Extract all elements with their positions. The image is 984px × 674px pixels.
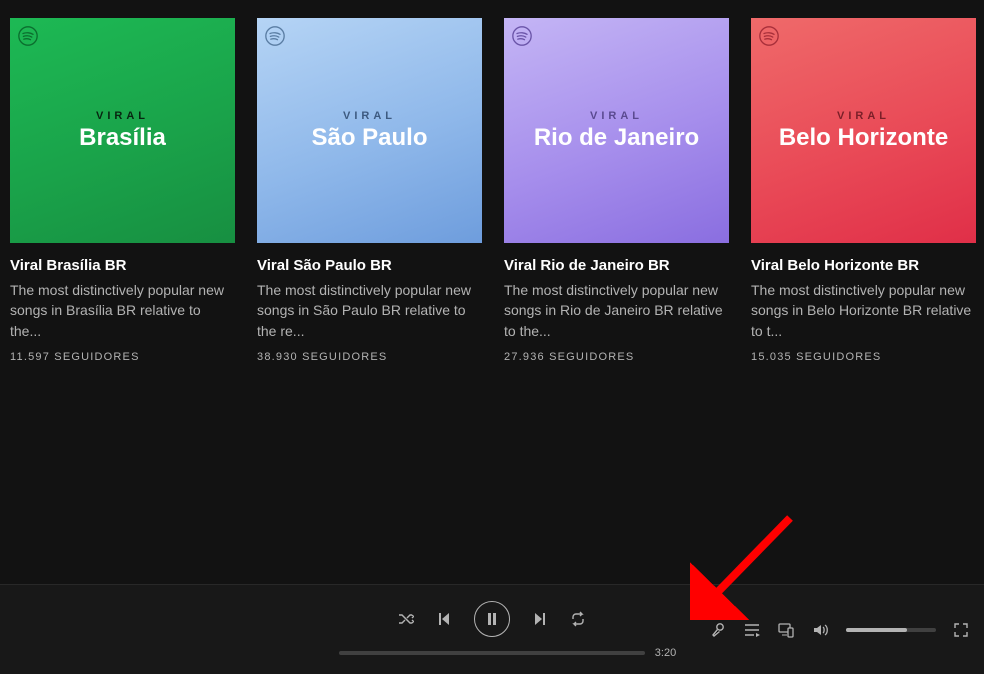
playlist-card[interactable]: VIRAL Brasília Viral Brasília BR The mos…	[10, 18, 235, 363]
spotify-logo-icon	[265, 26, 285, 46]
cover-title: Brasília	[79, 124, 166, 152]
cover-title: Rio de Janeiro	[534, 124, 699, 152]
player-right	[710, 622, 968, 638]
fullscreen-button[interactable]	[954, 623, 968, 637]
volume-icon	[812, 622, 828, 638]
playlist-card[interactable]: VIRAL São Paulo Viral São Paulo BR The m…	[257, 18, 482, 363]
playlist-description: The most distinctively popular new songs…	[257, 280, 482, 341]
cover-title: Belo Horizonte	[779, 124, 948, 152]
fullscreen-icon	[954, 623, 968, 637]
shuffle-button[interactable]	[398, 611, 414, 627]
spotify-logo-icon	[759, 26, 779, 46]
pause-button[interactable]	[474, 601, 510, 637]
playlist-description: The most distinctively popular new songs…	[751, 280, 976, 341]
playlist-description: The most distinctively popular new songs…	[10, 280, 235, 341]
shuffle-icon	[398, 611, 414, 627]
playlist-followers: 38.930 SEGUIDORES	[257, 351, 482, 363]
playlist-card[interactable]: VIRAL Rio de Janeiro Viral Rio de Janeir…	[504, 18, 729, 363]
cover-title: São Paulo	[311, 124, 427, 152]
player-bar: 3:20	[0, 584, 984, 674]
cover-tag: VIRAL	[96, 110, 149, 122]
devices-icon	[778, 622, 794, 638]
next-button[interactable]	[532, 611, 548, 627]
microphone-icon	[710, 622, 726, 638]
pause-icon	[485, 612, 499, 626]
playlist-title: Viral São Paulo BR	[257, 257, 482, 274]
devices-button[interactable]	[778, 622, 794, 638]
previous-button[interactable]	[436, 611, 452, 627]
lyrics-button[interactable]	[710, 622, 726, 638]
player-center: 3:20	[295, 601, 689, 659]
player-controls	[398, 601, 586, 637]
volume-slider[interactable]	[846, 628, 936, 632]
spotify-logo-icon	[512, 26, 532, 46]
queue-icon	[744, 622, 760, 638]
playlist-cover: VIRAL Belo Horizonte	[751, 18, 976, 243]
playlist-info: Viral Rio de Janeiro BR The most distinc…	[504, 243, 729, 363]
spotify-logo-icon	[18, 26, 38, 46]
repeat-icon	[570, 611, 586, 627]
volume-button[interactable]	[812, 622, 828, 638]
playlist-grid: VIRAL Brasília Viral Brasília BR The mos…	[0, 0, 984, 363]
cover-tag: VIRAL	[590, 110, 643, 122]
queue-button[interactable]	[744, 622, 760, 638]
playlist-title: Viral Brasília BR	[10, 257, 235, 274]
playlist-info: Viral Belo Horizonte BR The most distinc…	[751, 243, 976, 363]
playlist-followers: 11.597 SEGUIDORES	[10, 351, 235, 363]
progress-row: 3:20	[295, 647, 689, 659]
skip-forward-icon	[532, 611, 548, 627]
cover-tag: VIRAL	[343, 110, 396, 122]
playlist-description: The most distinctively popular new songs…	[504, 280, 729, 341]
playlist-card[interactable]: VIRAL Belo Horizonte Viral Belo Horizont…	[751, 18, 976, 363]
repeat-button[interactable]	[570, 611, 586, 627]
progress-bar[interactable]	[339, 651, 645, 655]
playlist-cover: VIRAL Brasília	[10, 18, 235, 243]
duration-time: 3:20	[655, 647, 689, 659]
playlist-cover: VIRAL São Paulo	[257, 18, 482, 243]
cover-tag: VIRAL	[837, 110, 890, 122]
playlist-title: Viral Belo Horizonte BR	[751, 257, 976, 274]
playlist-info: Viral Brasília BR The most distinctively…	[10, 243, 235, 363]
playlist-followers: 15.035 SEGUIDORES	[751, 351, 976, 363]
playlist-info: Viral São Paulo BR The most distinctivel…	[257, 243, 482, 363]
playlist-followers: 27.936 SEGUIDORES	[504, 351, 729, 363]
playlist-cover: VIRAL Rio de Janeiro	[504, 18, 729, 243]
volume-fill	[846, 628, 907, 632]
playlist-title: Viral Rio de Janeiro BR	[504, 257, 729, 274]
skip-back-icon	[436, 611, 452, 627]
